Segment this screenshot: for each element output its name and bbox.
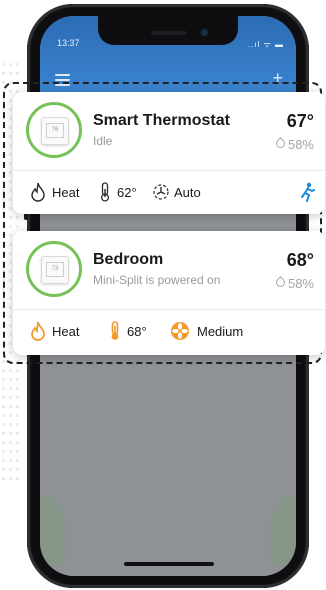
mode-label[interactable]: Heat [52, 185, 79, 200]
device-thumbnail-ring: 76 [26, 102, 82, 158]
device-thumbnail-ring: 73 [26, 241, 82, 297]
thermometer-icon[interactable] [99, 182, 111, 202]
device-card-bedroom[interactable]: 73 Bedroom Mini-Split is powered on 68° … [13, 231, 325, 355]
current-temperature: 67° [286, 111, 314, 131]
thermometer-icon[interactable] [109, 321, 121, 341]
device-status: Idle [93, 134, 113, 148]
fan-label[interactable]: Auto [174, 185, 201, 200]
setpoint-label[interactable]: 62° [117, 185, 137, 200]
status-time: 13:37 [57, 38, 80, 48]
device-screen-value: 73 [46, 262, 64, 277]
humidity-value: 58% [287, 276, 314, 291]
speaker-grille [151, 31, 187, 35]
humidity-readout: 58% [274, 276, 314, 291]
divider [13, 309, 325, 310]
humidity-value: 58% [287, 137, 314, 152]
plant-decoration [40, 496, 66, 566]
controls-row: Heat 68° Medium [13, 311, 325, 353]
device-name: Smart Thermostat [93, 112, 230, 129]
water-drop-icon [274, 137, 287, 150]
humidity-readout: 58% [274, 137, 314, 152]
device-name: Bedroom [93, 251, 164, 268]
mode-label[interactable]: Heat [52, 324, 79, 339]
device-card-smart-thermostat[interactable]: 76 Smart Thermostat Idle 67° 58% Heat 62… [13, 92, 325, 214]
mini-split-device-icon: 73 [41, 256, 69, 284]
plant-decoration [270, 496, 296, 566]
thermostat-device-icon: 76 [41, 117, 69, 145]
front-camera [201, 29, 208, 36]
flame-icon[interactable] [30, 321, 46, 341]
person-running-icon[interactable] [299, 182, 315, 202]
setpoint-label[interactable]: 68° [127, 324, 147, 339]
device-status: Mini-Split is powered on [93, 273, 221, 287]
fan-label[interactable]: Medium [197, 324, 243, 339]
notch [98, 16, 238, 45]
home-indicator[interactable] [124, 562, 214, 566]
divider [13, 170, 325, 171]
device-screen-value: 76 [46, 123, 64, 138]
controls-row: Heat 62° Auto [13, 172, 325, 214]
flame-icon[interactable] [30, 182, 46, 202]
fan-auto-icon[interactable] [152, 182, 170, 202]
water-drop-icon [274, 276, 287, 289]
status-icons: ..ıl ᯤ ▬ [247, 40, 284, 49]
fan-speed-icon[interactable] [170, 321, 190, 341]
current-temperature: 68° [286, 250, 314, 270]
